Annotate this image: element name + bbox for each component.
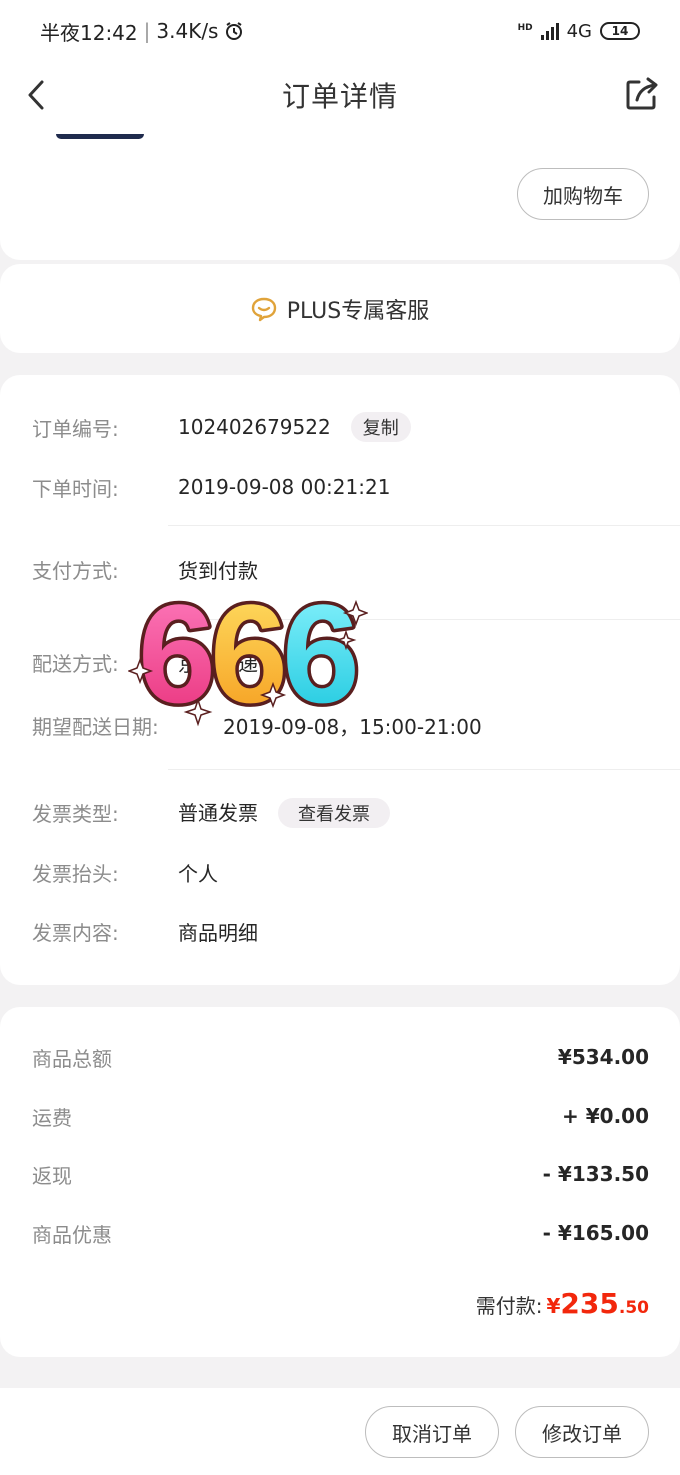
discount-label: 商品优惠	[32, 1222, 112, 1247]
page-title: 订单详情	[281, 80, 398, 113]
alarm-icon	[226, 22, 243, 40]
network-label: 4G	[566, 20, 592, 42]
invoice-content-label: 发票内容:	[32, 920, 119, 945]
amount-due: 需付款: ¥ 235 .50	[476, 1287, 649, 1320]
plus-service-button[interactable]: PLUS专属客服	[0, 264, 680, 353]
order-time-label: 下单时间:	[32, 476, 119, 501]
order-number: 102402679522	[178, 415, 331, 439]
nav-bar: 订单详情	[0, 62, 680, 128]
bottom-action-bar: 取消订单 修改订单	[0, 1388, 680, 1475]
signal-icon	[540, 22, 559, 40]
back-icon[interactable]	[20, 76, 60, 116]
status-separator: |	[143, 19, 151, 43]
status-speed: 3.4K/s	[156, 19, 219, 43]
cancel-order-button[interactable]: 取消订单	[365, 1406, 499, 1458]
expected-date-value: 2019-09-08，15:00-21:00	[223, 714, 482, 739]
plus-service-label: PLUS专属客服	[286, 298, 430, 324]
cashback-label: 返现	[32, 1163, 72, 1188]
delivery-label: 配送方式:	[32, 651, 119, 676]
payment-label: 支付方式:	[32, 558, 119, 583]
amount-due-integer: 235	[560, 1287, 619, 1320]
divider	[168, 525, 680, 526]
copy-button[interactable]: 复制	[350, 412, 411, 442]
expected-date-label: 期望配送日期:	[32, 714, 159, 739]
order-time-value: 2019-09-08 00:21:21	[178, 475, 391, 499]
delivery-value: 京东快递	[178, 651, 258, 676]
amount-due-label: 需付款:	[475, 1294, 543, 1318]
chat-bubble-icon	[251, 297, 276, 321]
hd-label: HD	[517, 22, 533, 33]
product-card: 加购物车	[0, 128, 680, 260]
divider	[168, 619, 680, 620]
view-invoice-button[interactable]: 查看发票	[278, 797, 390, 828]
invoice-title-label: 发票抬头:	[32, 861, 119, 886]
cashback-row: 返现 - ¥133.50	[32, 1154, 649, 1194]
discount-value: - ¥165.00	[542, 1221, 649, 1245]
amount-due-symbol: ¥	[546, 1294, 561, 1318]
invoice-type-label: 发票类型:	[32, 801, 119, 826]
cashback-value: - ¥133.50	[542, 1162, 649, 1186]
payment-value: 货到付款	[178, 558, 258, 583]
invoice-content-row: 发票内容: 商品明细	[32, 911, 258, 951]
divider	[168, 769, 680, 770]
goods-total-label: 商品总额	[32, 1046, 112, 1071]
battery-icon: 14	[600, 22, 640, 40]
shipping-value: + ¥0.00	[562, 1104, 649, 1128]
add-to-cart-button[interactable]: 加购物车	[517, 168, 649, 220]
order-time-row: 下单时间: 2019-09-08 00:21:21	[32, 467, 390, 507]
goods-total-value: ¥534.00	[557, 1045, 649, 1069]
order-number-label: 订单编号:	[32, 416, 119, 441]
battery-level: 14	[611, 24, 629, 38]
share-icon[interactable]	[622, 74, 662, 114]
invoice-content-value: 商品明细	[178, 920, 258, 945]
invoice-title-row: 发票抬头: 个人	[32, 852, 218, 892]
expected-date-row: 期望配送日期: 2019-09-08，15:00-21:00	[32, 705, 482, 745]
shipping-row: 运费 + ¥0.00	[32, 1096, 649, 1136]
status-bar: 半夜12:42 | 3.4K/s HD 4G 14	[0, 0, 680, 62]
order-info-card: 订单编号: 102402679522 复制 下单时间: 2019-09-08 00…	[0, 375, 680, 985]
status-right: HD 4G 14	[518, 21, 640, 42]
goods-total-row: 商品总额 ¥534.00	[32, 1037, 649, 1077]
status-time: 半夜12:42	[40, 20, 138, 45]
status-left: 半夜12:42 | 3.4K/s	[40, 17, 244, 46]
delivery-row: 配送方式: 京东快递	[32, 642, 258, 682]
invoice-title-value: 个人	[178, 861, 218, 886]
product-image-edge	[56, 134, 144, 139]
payment-row: 支付方式: 货到付款	[32, 549, 258, 589]
discount-row: 商品优惠 - ¥165.00	[32, 1213, 649, 1253]
modify-order-button[interactable]: 修改订单	[515, 1406, 649, 1458]
order-number-value: 102402679522 复制	[178, 412, 411, 442]
invoice-type-row: 发票类型: 普通发票 查看发票	[32, 792, 390, 832]
order-number-row: 订单编号: 102402679522 复制	[32, 407, 411, 447]
invoice-type: 普通发票	[178, 800, 258, 825]
price-card: 商品总额 ¥534.00 运费 + ¥0.00 返现 - ¥133.50 商品优…	[0, 1007, 680, 1357]
shipping-label: 运费	[32, 1105, 72, 1130]
amount-due-decimal: .50	[618, 1298, 649, 1318]
invoice-type-value: 普通发票 查看发票	[178, 797, 390, 828]
